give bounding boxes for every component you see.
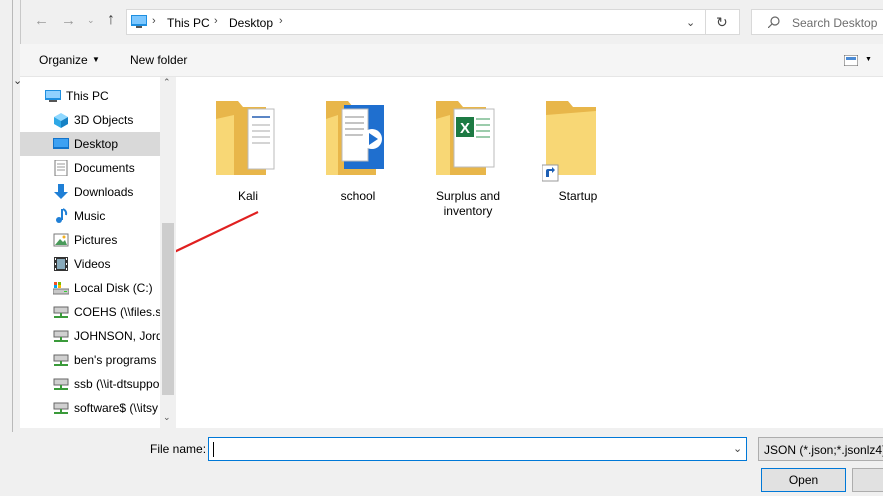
cube-icon xyxy=(54,113,68,128)
search-box[interactable]: Search Desktop xyxy=(751,9,883,35)
breadcrumb-separator-icon[interactable]: › xyxy=(279,15,283,27)
sidebar-item-label: This PC xyxy=(66,89,109,103)
file-name-dropdown-chevron-icon[interactable]: ⌄ xyxy=(733,442,742,455)
sidebar-item-label: Pictures xyxy=(74,233,118,247)
breadcrumb-desktop[interactable]: Desktop xyxy=(229,16,273,30)
refresh-button[interactable]: ↻ xyxy=(706,9,740,35)
text-cursor xyxy=(213,442,214,457)
network-drive-icon xyxy=(53,354,69,366)
sidebar-item-label: Videos xyxy=(74,257,111,271)
sidebar-item-label: COEHS (\\files.si xyxy=(74,305,160,319)
nav-scrollbar-thumb[interactable] xyxy=(162,223,174,395)
sidebar-item-desktop[interactable]: Desktop xyxy=(20,132,160,156)
file-list: Kali school X Surplus and inventory Star… xyxy=(176,77,883,428)
forward-arrow-icon[interactable]: → xyxy=(61,12,76,29)
organize-dropdown-icon[interactable]: ▼ xyxy=(92,55,100,64)
network-drive-icon xyxy=(53,402,69,414)
sidebar-item-network-drive[interactable]: JOHNSON, Jorda xyxy=(20,324,160,348)
pictures-icon xyxy=(53,233,69,247)
address-bar[interactable]: › This PC › Desktop › ⌄ xyxy=(126,9,706,35)
breadcrumb-separator-icon: › xyxy=(152,15,156,27)
video-icon xyxy=(54,257,68,271)
sidebar-item-network-drive[interactable]: software$ (\\itsy xyxy=(20,396,160,420)
music-icon xyxy=(56,208,68,223)
refresh-icon: ↻ xyxy=(716,14,728,30)
search-placeholder: Search Desktop xyxy=(792,16,878,30)
breadcrumb-separator-icon: › xyxy=(214,15,218,27)
sidebar-item-network-drive[interactable]: ssb (\\it-dtsuppo xyxy=(20,372,160,396)
sidebar-item-network-drive[interactable]: ben's programs xyxy=(20,348,160,372)
view-dropdown-icon[interactable]: ▼ xyxy=(865,56,872,63)
sidebar-item-videos[interactable]: Videos xyxy=(20,252,160,276)
breadcrumb-this-pc[interactable]: This PC xyxy=(167,16,210,30)
sidebar-item-3d-objects[interactable]: 3D Objects xyxy=(20,108,160,132)
sidebar-item-this-pc[interactable]: This PC xyxy=(20,84,160,108)
sidebar-item-label: Downloads xyxy=(74,185,134,199)
file-type-select[interactable]: JSON (*.json;*.jsonlz4) xyxy=(758,437,883,461)
sidebar-item-label: ssb (\\it-dtsuppo xyxy=(74,377,160,391)
sidebar-item-label: JOHNSON, Jorda xyxy=(74,329,160,343)
navigation-pane: This PC 3D Objects Desktop Documents Dow… xyxy=(20,77,160,428)
sidebar-item-label: Desktop xyxy=(74,137,119,151)
back-arrow-icon[interactable]: ← xyxy=(34,12,49,29)
network-drive-icon xyxy=(53,378,69,390)
scroll-down-chevron-icon[interactable]: ⌄ xyxy=(163,412,171,423)
disk-icon xyxy=(53,282,69,295)
network-drive-icon xyxy=(53,306,69,318)
sidebar-item-label: Documents xyxy=(74,161,135,175)
cancel-button[interactable] xyxy=(852,468,883,492)
file-name-input[interactable]: ⌄ xyxy=(208,437,747,461)
desktop-icon xyxy=(53,138,69,149)
new-folder-button[interactable]: New folder xyxy=(130,53,187,67)
view-options-icon[interactable] xyxy=(844,55,858,66)
organize-button[interactable]: Organize xyxy=(39,53,88,67)
sidebar-item-documents[interactable]: Documents xyxy=(20,156,160,180)
sidebar-item-label: software$ (\\itsy xyxy=(74,401,159,415)
monitor-icon xyxy=(45,90,61,102)
sidebar-item-music[interactable]: Music xyxy=(20,204,160,228)
scroll-up-chevron-icon[interactable]: ⌃ xyxy=(163,77,171,88)
sidebar-item-downloads[interactable]: Downloads xyxy=(20,180,160,204)
up-arrow-icon[interactable]: ↑ xyxy=(107,11,115,29)
document-icon xyxy=(54,160,68,176)
sidebar-item-label: Local Disk (C:) xyxy=(74,281,153,295)
recent-locations-chevron-icon[interactable]: ⌄ xyxy=(87,15,95,26)
sidebar-item-label: 3D Objects xyxy=(74,113,134,127)
open-button[interactable]: Open xyxy=(761,468,846,492)
sidebar-item-pictures[interactable]: Pictures xyxy=(20,228,160,252)
annotation-arrow xyxy=(176,211,259,253)
download-icon xyxy=(54,184,68,199)
sidebar-item-local-disk[interactable]: Local Disk (C:) xyxy=(20,276,160,300)
search-icon xyxy=(768,16,780,28)
network-drive-icon xyxy=(53,330,69,342)
sidebar-item-label: ben's programs xyxy=(74,353,157,367)
this-pc-icon xyxy=(131,15,147,28)
command-toolbar: Organize ▼ New folder ▼ xyxy=(20,44,883,77)
sidebar-item-label: Music xyxy=(74,209,106,223)
file-type-value: JSON (*.json;*.jsonlz4) xyxy=(764,443,883,457)
address-dropdown-chevron-icon[interactable]: ⌄ xyxy=(686,16,695,29)
sidebar-item-network-drive[interactable]: COEHS (\\files.si xyxy=(20,300,160,324)
file-name-label: File name: xyxy=(150,442,207,456)
background-window-edge xyxy=(12,0,13,432)
